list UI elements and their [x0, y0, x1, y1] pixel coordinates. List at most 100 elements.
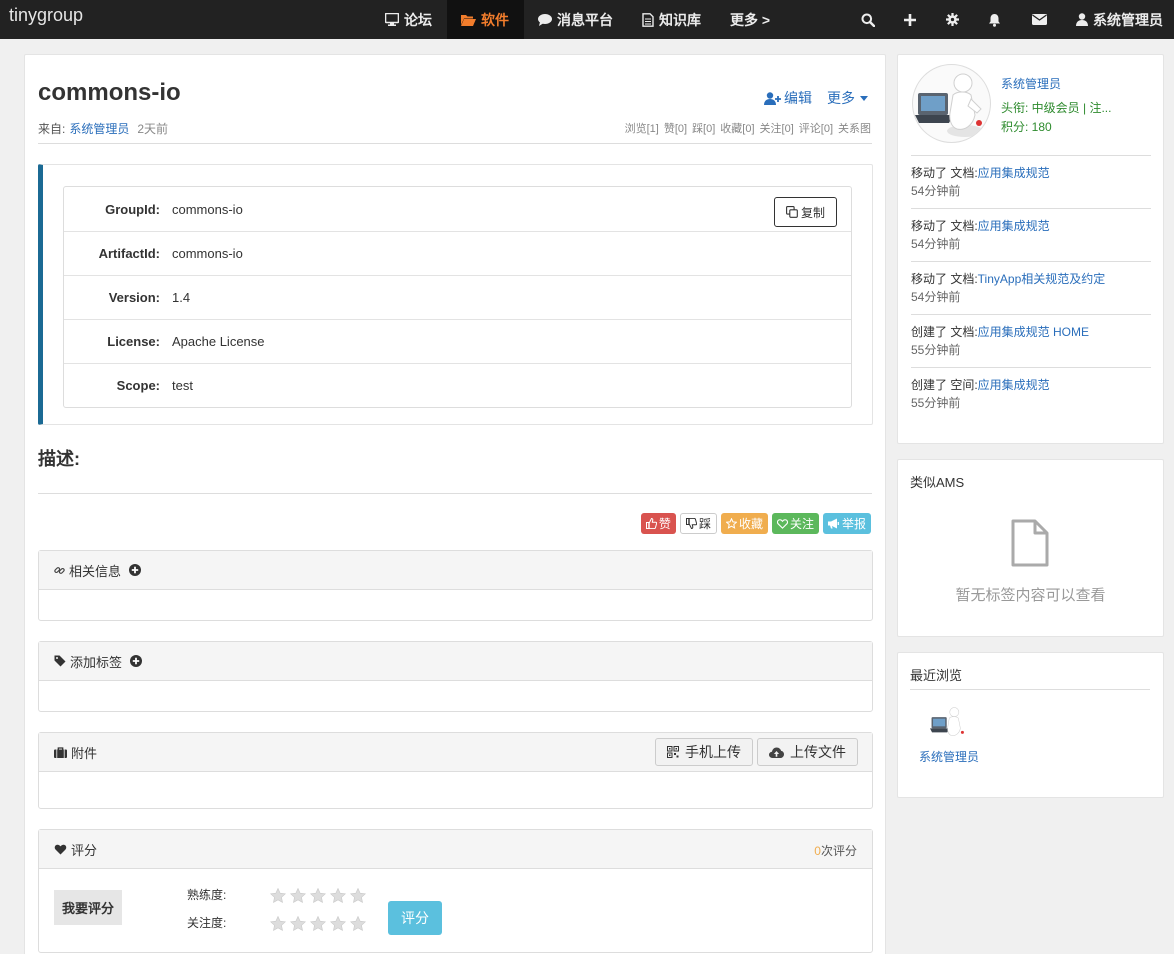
activity-target-link[interactable]: 应用集成规范 — [978, 166, 1050, 180]
author-link[interactable]: 系统管理员 — [69, 120, 129, 137]
activity-target-link[interactable]: 应用集成规范 — [978, 378, 1050, 392]
nav-item-messaging[interactable]: 消息平台 — [524, 0, 627, 39]
recent-panel: 最近浏览 系统管理员 — [897, 652, 1164, 798]
bullhorn-icon — [827, 518, 839, 529]
rating-count-number: 0 — [814, 844, 821, 858]
follow-button[interactable]: 关注 — [771, 513, 819, 534]
user-icon — [1076, 13, 1088, 26]
upload-file-label: 上传文件 — [790, 744, 846, 760]
nav-item-forum[interactable]: 论坛 — [371, 0, 446, 39]
panel-heading: 附件 手机上传 上传文件 — [39, 733, 872, 772]
plus-circle-icon[interactable] — [129, 564, 142, 576]
proficiency-label: 熟练度: — [187, 888, 227, 902]
star-icon[interactable] — [310, 916, 326, 931]
copy-button[interactable]: 复制 — [774, 197, 837, 227]
info-row-groupid: GroupId: commons-io 复制 — [64, 187, 851, 231]
search-button[interactable] — [853, 0, 883, 39]
profile-title: 头衔: 中级会员 | 注... — [1001, 101, 1112, 115]
settings-button[interactable] — [937, 0, 967, 39]
activity-target-link[interactable]: 应用集成规范 — [978, 219, 1050, 233]
profile-score: 积分: 180 — [1001, 120, 1052, 134]
nav-item-more[interactable]: 更多 > — [716, 0, 784, 39]
attention-stars[interactable] — [270, 916, 366, 931]
edit-label: 编辑 — [784, 90, 812, 106]
more-dropdown[interactable]: 更多 — [827, 88, 871, 108]
plus-circle-icon[interactable] — [130, 655, 143, 667]
stat-comments: 评论[0] — [798, 123, 833, 135]
submit-rating-button[interactable]: 评分 — [388, 901, 442, 935]
star-icon[interactable] — [310, 888, 326, 903]
star-icon[interactable] — [270, 916, 286, 931]
copy-icon — [786, 206, 798, 218]
from-label: 来自: — [38, 122, 66, 136]
dislike-button[interactable]: 踩 — [679, 513, 717, 534]
comment-icon — [538, 13, 552, 26]
similar-panel: 类似AMS 暂无标签内容可以查看 — [897, 459, 1164, 637]
heart-icon — [776, 518, 788, 529]
nav-item-label: 知识库 — [659, 11, 701, 28]
panel-title: 附件 — [71, 745, 98, 761]
activity-time: 54分钟前 — [911, 184, 961, 198]
user-menu[interactable]: 系统管理员 — [1076, 0, 1163, 39]
nav-item-label: 论坛 — [404, 11, 432, 28]
add-button[interactable] — [895, 0, 925, 39]
report-label: 举报 — [841, 517, 866, 531]
recent-user-link[interactable]: 系统管理员 — [919, 748, 979, 765]
like-button[interactable]: 赞 — [640, 513, 676, 534]
qrcode-icon — [667, 746, 679, 758]
activity-target-link[interactable]: 应用集成规范 HOME — [978, 325, 1089, 339]
favorite-button[interactable]: 收藏 — [720, 513, 768, 534]
notifications-button[interactable] — [979, 0, 1009, 39]
page-title: commons-io — [38, 79, 181, 106]
nav-item-knowledge[interactable]: 知识库 — [628, 0, 715, 39]
edit-button[interactable]: 编辑 — [764, 88, 812, 108]
recent-user-avatar[interactable] — [929, 703, 969, 743]
post-time: 2天前 — [137, 122, 169, 136]
stat-dislikes: 踩[0] — [692, 123, 716, 135]
report-button[interactable]: 举报 — [822, 513, 871, 534]
tags-panel: 添加标签 — [38, 641, 873, 712]
dislike-label: 踩 — [698, 517, 711, 531]
activity-item: 创建了 空间:应用集成规范 55分钟前 — [911, 367, 1151, 412]
related-info-panel: 相关信息 — [38, 550, 873, 621]
activity-target-link[interactable]: TinyApp相关规范及约定 — [978, 272, 1106, 286]
envelope-icon — [1031, 14, 1047, 25]
nav-item-software[interactable]: 软件 — [447, 0, 524, 39]
avatar[interactable] — [912, 64, 991, 143]
rating-panel: 评分 0次评分 我要评分 熟练度: 关注度: 评分 — [38, 829, 873, 953]
mobile-upload-button[interactable]: 手机上传 — [655, 738, 753, 766]
star-icon[interactable] — [350, 888, 366, 903]
user-plus-icon — [764, 91, 781, 105]
attention-label: 关注度: — [187, 916, 227, 930]
star-icon[interactable] — [330, 916, 346, 931]
divider — [910, 689, 1150, 690]
upload-file-button[interactable]: 上传文件 — [757, 738, 858, 766]
info-key: License: — [107, 334, 160, 349]
info-value: commons-io — [172, 201, 243, 217]
rating-count-suffix: 次评分 — [820, 844, 857, 858]
profile-name-link[interactable]: 系统管理员 — [1001, 75, 1061, 92]
activity-action: 创建了 文档: — [911, 325, 978, 339]
similar-title: 类似AMS — [910, 475, 965, 490]
thumbs-down-icon — [685, 518, 697, 529]
brand-logo[interactable]: tinygroup — [9, 5, 83, 26]
info-value: commons-io — [172, 246, 243, 261]
cloud-upload-icon — [769, 747, 784, 758]
info-row-artifactid: ArtifactId: commons-io — [64, 231, 851, 275]
thumbs-up-icon — [645, 518, 657, 529]
panel-title: 添加标签 — [70, 654, 123, 670]
star-icon[interactable] — [270, 888, 286, 903]
info-key: Scope: — [116, 378, 160, 393]
star-icon[interactable] — [330, 888, 346, 903]
proficiency-stars[interactable] — [270, 888, 366, 903]
nav-item-label: 更多 > — [730, 11, 771, 28]
star-icon[interactable] — [290, 888, 306, 903]
star-icon[interactable] — [290, 916, 306, 931]
star-icon[interactable] — [350, 916, 366, 931]
title-actions: 编辑 更多 — [764, 88, 871, 108]
info-row-scope: Scope: test — [64, 363, 851, 407]
messages-button[interactable] — [1024, 0, 1054, 39]
link-icon — [54, 566, 65, 574]
bell-icon — [988, 13, 1000, 27]
relation-graph-link[interactable]: 关系图 — [838, 120, 871, 136]
